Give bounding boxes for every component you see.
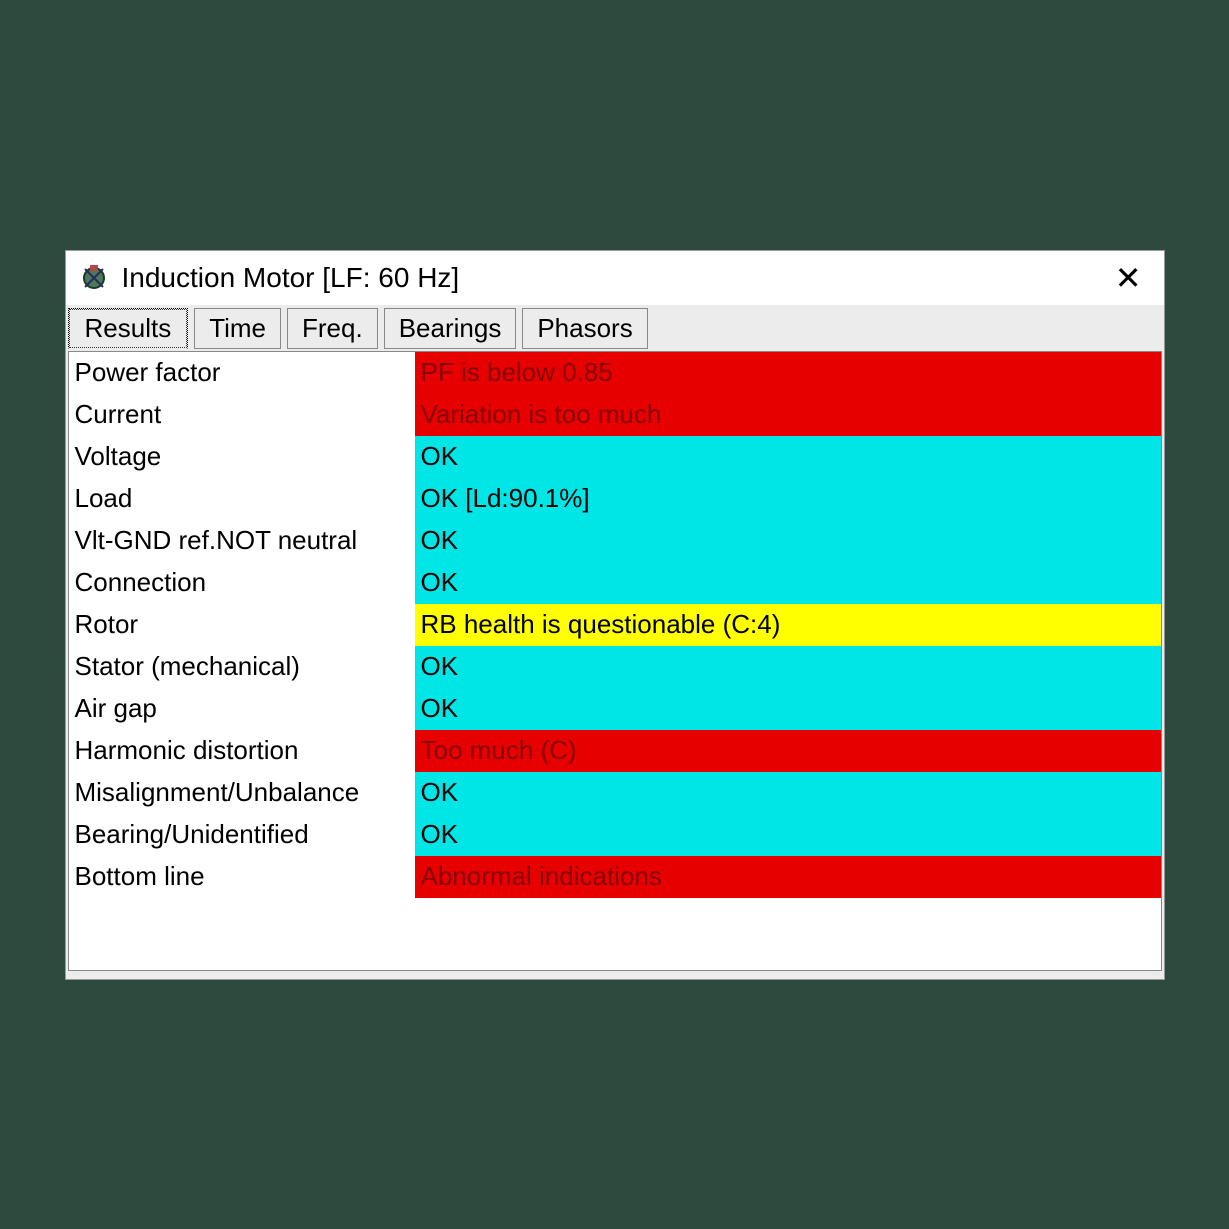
titlebar: Induction Motor [LF: 60 Hz] ✕ [66,251,1164,305]
row-status-current: Variation is too much [415,394,1161,436]
results-table: Power factor PF is below 0.85 Current Va… [68,351,1162,971]
table-row: Vlt-GND ref.NOT neutral OK [69,520,1161,562]
row-status-misalignment: OK [415,772,1161,814]
table-row: Bearing/Unidentified OK [69,814,1161,856]
row-label-air-gap: Air gap [69,688,415,730]
tab-bearings[interactable]: Bearings [384,308,517,349]
row-status-load: OK [Ld:90.1%] [415,478,1161,520]
client-area: Results Time Freq. Bearings Phasors Powe… [66,305,1164,979]
row-label-rotor: Rotor [69,604,415,646]
row-status-bearing: OK [415,814,1161,856]
table-row: Power factor PF is below 0.85 [69,352,1161,394]
row-status-stator: OK [415,646,1161,688]
table-row: Stator (mechanical) OK [69,646,1161,688]
row-status-voltage: OK [415,436,1161,478]
tab-freq[interactable]: Freq. [287,308,378,349]
tab-results[interactable]: Results [68,308,189,349]
row-status-connection: OK [415,562,1161,604]
table-row: Air gap OK [69,688,1161,730]
app-window: Induction Motor [LF: 60 Hz] ✕ Results Ti… [65,250,1165,980]
row-status-rotor: RB health is questionable (C:4) [415,604,1161,646]
table-row: Load OK [Ld:90.1%] [69,478,1161,520]
row-status-vlt-gnd: OK [415,520,1161,562]
table-row: Current Variation is too much [69,394,1161,436]
row-label-bearing: Bearing/Unidentified [69,814,415,856]
table-row: Harmonic distortion Too much (C) [69,730,1161,772]
table-row: Misalignment/Unbalance OK [69,772,1161,814]
window-title: Induction Motor [LF: 60 Hz] [122,262,1105,294]
row-label-connection: Connection [69,562,415,604]
close-button[interactable]: ✕ [1105,262,1152,294]
row-status-harmonic: Too much (C) [415,730,1161,772]
table-row: Bottom line Abnormal indications [69,856,1161,898]
row-status-power-factor: PF is below 0.85 [415,352,1161,394]
row-label-vlt-gnd: Vlt-GND ref.NOT neutral [69,520,415,562]
row-label-current: Current [69,394,415,436]
tab-time[interactable]: Time [194,308,281,349]
row-status-air-gap: OK [415,688,1161,730]
tab-phasors[interactable]: Phasors [522,308,647,349]
row-label-voltage: Voltage [69,436,415,478]
row-label-harmonic: Harmonic distortion [69,730,415,772]
table-row: Connection OK [69,562,1161,604]
row-label-stator: Stator (mechanical) [69,646,415,688]
app-icon [78,262,110,294]
row-label-bottom-line: Bottom line [69,856,415,898]
tab-bar: Results Time Freq. Bearings Phasors [68,309,1162,349]
row-label-power-factor: Power factor [69,352,415,394]
row-label-misalignment: Misalignment/Unbalance [69,772,415,814]
table-row: Rotor RB health is questionable (C:4) [69,604,1161,646]
row-label-load: Load [69,478,415,520]
table-row: Voltage OK [69,436,1161,478]
row-status-bottom-line: Abnormal indications [415,856,1161,898]
